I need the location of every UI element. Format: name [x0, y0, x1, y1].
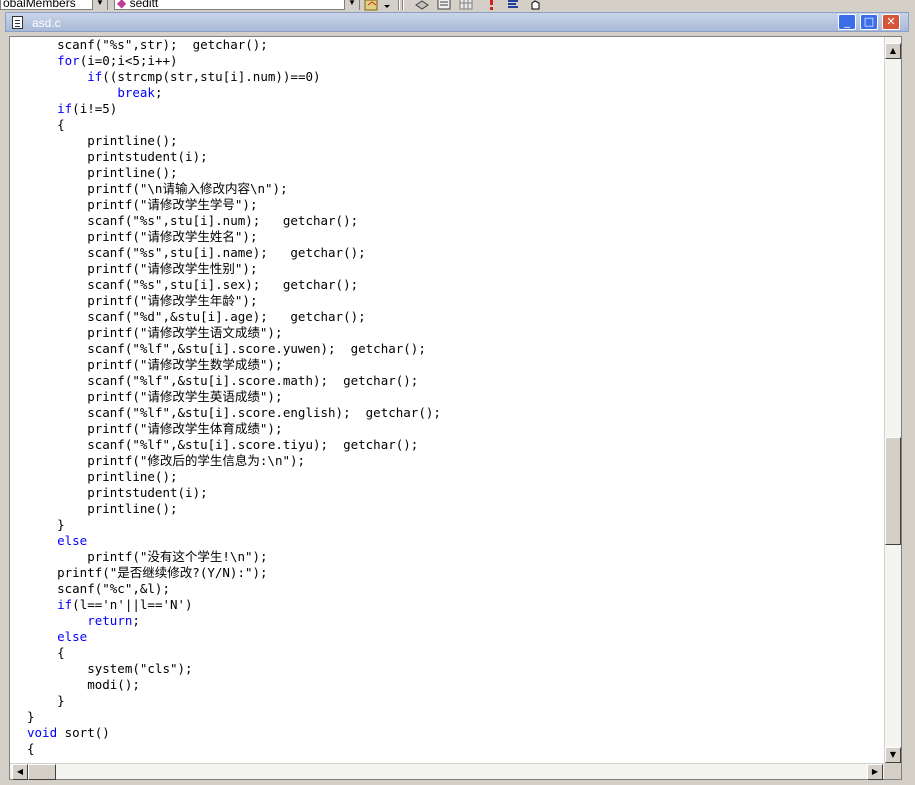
keyword-token: break: [117, 85, 155, 100]
code-line: void sort(): [27, 725, 110, 740]
go-icon[interactable]: [484, 0, 500, 10]
chevron-down-icon[interactable]: ▼: [92, 0, 107, 10]
document-titlebar: asd.c _ □ ✕: [5, 12, 909, 32]
editor-gutter: [10, 37, 24, 763]
code-line: printline();: [27, 501, 178, 516]
toolbar: obalMembers ▼ ◆ seditt ▼: [0, 0, 915, 12]
code-line: scanf("%lf",&stu[i].score.math); getchar…: [27, 373, 419, 388]
code-line: }: [27, 693, 65, 708]
code-line: scanf("%lf",&stu[i].score.english); getc…: [27, 405, 441, 420]
build-icon[interactable]: [414, 0, 430, 10]
code-line: scanf("%s",stu[i].num); getchar();: [27, 213, 359, 228]
code-line: printf("修改后的学生信息为:\n");: [27, 453, 306, 468]
code-line: scanf("%s",str); getchar();: [27, 37, 268, 52]
code-line: printf("请修改学生数学成绩");: [27, 357, 283, 372]
scroll-down-button[interactable]: ▼: [885, 747, 901, 763]
hand-icon[interactable]: [528, 0, 544, 10]
toolbar-separator: [402, 0, 404, 10]
code-line: }: [27, 517, 65, 532]
code-line: if((strcmp(str,stu[i].num))==0): [87, 69, 321, 84]
chevron-down-icon[interactable]: ▼: [344, 0, 359, 10]
keyword-token: if: [57, 597, 73, 612]
document-title: asd.c: [32, 16, 61, 30]
code-line: for(i=0;i<5;i++): [57, 53, 178, 68]
code-line: system("cls");: [27, 661, 193, 676]
code-line: printstudent(i);: [27, 485, 208, 500]
keyword-token: if: [87, 69, 103, 84]
code-line: printf("\n请输入修改内容\n");: [27, 181, 288, 196]
code-line: printf("是否继续修改?(Y/N):");: [27, 565, 268, 580]
code-line: printf("请修改学生年龄");: [27, 293, 258, 308]
code-line: {: [27, 117, 65, 132]
step-icon[interactable]: [506, 0, 522, 10]
member-combo[interactable]: ◆ seditt ▼: [114, 0, 360, 10]
keyword-token: return: [87, 613, 133, 628]
close-button[interactable]: ✕: [882, 14, 900, 30]
code-line: else: [27, 533, 884, 549]
code-line: printline();: [27, 133, 178, 148]
code-line: if(i!=5): [57, 101, 118, 116]
member-combo-value: seditt: [129, 0, 159, 10]
code-line: printf("请修改学生英语成绩");: [27, 389, 283, 404]
code-line: scanf("%lf",&stu[i].score.yuwen); getcha…: [27, 341, 426, 356]
code-line: scanf("%lf",&stu[i].score.tiyu); getchar…: [27, 437, 419, 452]
code-line: scanf("%d",&stu[i].age); getchar();: [27, 309, 366, 324]
code-line: if(l=='n'||l=='N'): [57, 597, 193, 612]
toolbar-separator: [398, 0, 400, 10]
code-line: else: [27, 629, 884, 645]
keyword-token: else: [57, 533, 88, 548]
scroll-right-button[interactable]: ▶: [867, 764, 883, 780]
vertical-scrollbar[interactable]: ▲ ▼: [884, 37, 901, 763]
class-combo[interactable]: obalMembers ▼: [0, 0, 108, 10]
vertical-scroll-thumb[interactable]: [885, 437, 901, 545]
document-icon: [12, 16, 23, 29]
scroll-left-button[interactable]: ◀: [12, 764, 28, 780]
code-line: return;: [87, 613, 140, 628]
code-line: printline();: [27, 165, 178, 180]
code-line: scanf("%c",&l);: [27, 581, 170, 596]
member-icon: ◆: [117, 0, 127, 10]
wizard-bar-icon[interactable]: [364, 0, 380, 11]
compile-icon[interactable]: [436, 0, 452, 10]
minimize-button[interactable]: _: [838, 14, 856, 30]
code-line: {: [27, 741, 35, 756]
horizontal-scroll-thumb[interactable]: [28, 764, 56, 780]
code-line: printf("没有这个学生!\n");: [27, 549, 268, 564]
code-line: {: [27, 645, 65, 660]
keyword-token: else: [57, 629, 88, 644]
keyword-token: for: [57, 53, 80, 68]
horizontal-scrollbar[interactable]: ◀ ▶: [10, 763, 884, 780]
code-line: scanf("%s",stu[i].name); getchar();: [27, 245, 366, 260]
scrollbar-corner: [884, 763, 901, 779]
keyword-token: if: [57, 101, 73, 116]
code-line: scanf("%s",stu[i].sex); getchar();: [27, 277, 359, 292]
class-combo-value: obalMembers: [3, 0, 76, 10]
code-line: }: [27, 709, 35, 724]
code-editor[interactable]: scanf("%s",str); getchar(); for(i=0;i<5;…: [9, 36, 902, 780]
maximize-button[interactable]: □: [860, 14, 878, 30]
code-line: printf("请修改学生语文成绩");: [27, 325, 283, 340]
keyword-token: void: [27, 725, 58, 740]
code-line: printf("请修改学生性别");: [27, 261, 258, 276]
code-line: printf("请修改学生姓名");: [27, 229, 258, 244]
code-line: printline();: [27, 469, 178, 484]
code-line: break;: [117, 85, 163, 100]
code-line: printf("请修改学生体育成绩");: [27, 421, 283, 436]
code-line: printf("请修改学生学号");: [27, 197, 258, 212]
code-line: printstudent(i);: [27, 149, 208, 164]
code-text-area[interactable]: scanf("%s",str); getchar(); for(i=0;i<5;…: [27, 37, 884, 763]
scroll-up-button[interactable]: ▲: [885, 43, 901, 59]
code-line: modi();: [27, 677, 140, 692]
grid-icon[interactable]: [458, 0, 474, 10]
dropdown-arrow-icon[interactable]: [382, 0, 392, 10]
